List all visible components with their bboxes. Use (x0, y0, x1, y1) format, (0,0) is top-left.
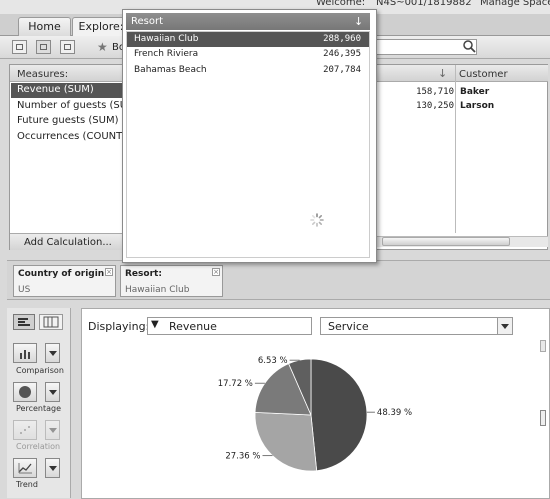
trend-chart-button[interactable] (13, 458, 37, 478)
sort-icon[interactable]: ↓ (354, 15, 363, 28)
search-icon[interactable] (462, 39, 476, 53)
close-icon[interactable]: × (212, 268, 220, 276)
manage-space-link[interactable]: Manage Space (480, 0, 550, 8)
layout-button-2[interactable] (36, 40, 51, 54)
filter-chip-country[interactable]: Country of origin: US × (13, 265, 116, 297)
pie-slice-label: 27.36 % (225, 452, 260, 462)
displaying-label: Displaying: (88, 320, 150, 333)
layout-icon (64, 44, 71, 50)
pie-slice-label: 17.72 % (218, 379, 253, 389)
pie-chart-icon (19, 386, 31, 398)
correlation-chart-button (13, 420, 37, 440)
resort-name: Hawaiian Club (134, 34, 199, 44)
welcome-label: Welcome: (316, 0, 366, 8)
percentage-chart-button[interactable] (13, 382, 37, 402)
tab-home[interactable]: Home (18, 17, 71, 36)
add-calculation-button[interactable]: Add Calculation... (10, 233, 124, 250)
layout-button-1[interactable] (12, 40, 27, 54)
dimension-select-value[interactable]: Service (328, 320, 369, 333)
filter-title: Resort: (125, 269, 162, 279)
measures-title: Measures: (17, 69, 69, 80)
comparison-chart-button[interactable] (13, 343, 37, 363)
filter-chip-resort[interactable]: Resort: Hawaiian Club × (120, 265, 223, 297)
table-cell-customer: Baker (460, 87, 490, 97)
grid-icon (43, 316, 59, 328)
resort-value: 288,960 (323, 34, 361, 44)
bar-lines-icon (18, 318, 30, 326)
percentage-dropdown[interactable] (45, 382, 60, 402)
customer-column-header[interactable]: Customer (459, 69, 508, 80)
layout-button-3[interactable] (60, 40, 75, 54)
resort-name: Bahamas Beach (134, 65, 207, 75)
chart-view-toggle[interactable] (13, 314, 35, 330)
bar-chart-icon (20, 350, 30, 359)
measure-item-future-guests[interactable]: Future guests (SUM) (11, 114, 124, 129)
scrollbar-thumb[interactable] (540, 410, 546, 426)
pie-chart: 48.39 % 27.36 % 17.72 % 6.53 % (218, 356, 412, 472)
trend-label: Trend (16, 480, 38, 489)
correlation-dropdown (45, 420, 60, 440)
trend-dropdown[interactable] (45, 458, 60, 478)
filter-title: Country of origin: (18, 269, 108, 279)
sort-icon[interactable]: ↓ (438, 67, 447, 80)
username-label: N4S~001/1819882 (376, 0, 472, 8)
table-view-toggle[interactable] (39, 314, 63, 330)
layout-icon (16, 44, 23, 50)
measure-item-guests[interactable]: Number of guests (SUM) (11, 99, 124, 114)
measure-item-occurrences[interactable]: Occurrences (COUNT) (11, 130, 124, 145)
measure-item-revenue[interactable]: Revenue (SUM) (11, 83, 124, 98)
star-icon[interactable]: ★ (97, 40, 108, 54)
correlation-label: Correlation (16, 442, 61, 451)
table-cell-value: 158,710 (416, 87, 454, 97)
close-icon[interactable]: × (105, 268, 113, 276)
measure-select-value[interactable]: Revenue (169, 320, 217, 333)
comparison-label: Comparison (16, 366, 64, 375)
table-cell-customer: Larson (460, 101, 495, 111)
list-item[interactable]: Hawaiian Club 288,960 (127, 32, 369, 47)
list-item[interactable]: Bahamas Beach 207,784 (127, 63, 369, 78)
list-item[interactable]: French Riviera 246,395 (127, 47, 369, 62)
pie-slice-label: 6.53 % (258, 356, 288, 366)
pie-slice-label: 48.39 % (377, 408, 412, 418)
filter-value: US (18, 285, 31, 295)
resort-value: 207,784 (323, 65, 361, 75)
filter-value: Hawaiian Club (125, 285, 190, 295)
line-chart-icon (18, 463, 32, 474)
dimension-dropdown-button[interactable] (497, 318, 512, 334)
scrollbar-top[interactable] (540, 340, 546, 352)
percentage-label: Percentage (16, 404, 62, 413)
column-divider (455, 65, 456, 233)
table-cell-value: 130,250 (416, 101, 454, 111)
layout-icon (40, 44, 47, 50)
loading-spinner-icon (310, 213, 324, 227)
scrollbar-thumb[interactable] (382, 237, 510, 246)
pie-slice[interactable] (310, 358, 368, 472)
resort-value: 246,395 (323, 49, 361, 59)
chevron-down-icon[interactable]: ▼ (151, 319, 159, 330)
resort-name: French Riviera (134, 49, 199, 59)
scatter-chart-icon (20, 426, 30, 434)
resort-popup-title: Resort (131, 16, 164, 27)
pie-slice[interactable] (254, 411, 318, 472)
comparison-dropdown[interactable] (45, 343, 60, 363)
